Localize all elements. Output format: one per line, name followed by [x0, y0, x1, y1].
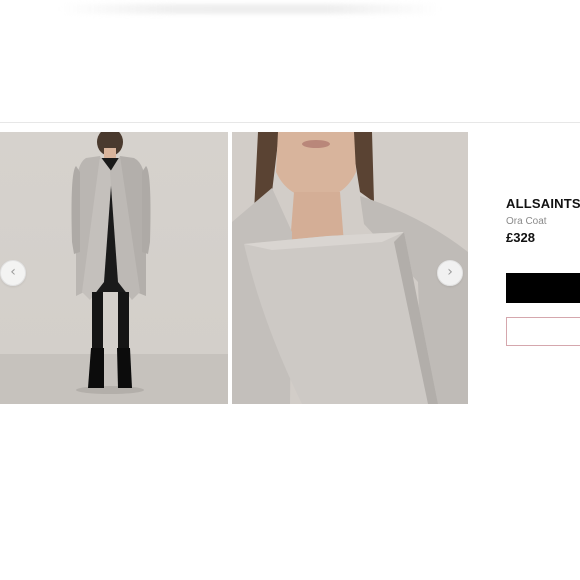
product-image-full-length[interactable] — [0, 132, 228, 404]
add-to-bag-button[interactable] — [506, 273, 580, 303]
carousel-next-button[interactable]: › — [437, 260, 463, 286]
product-info: ALLSAINTS Ora Coat £328 — [506, 196, 580, 245]
product-name[interactable]: Ora Coat — [506, 216, 580, 227]
product-brand[interactable]: ALLSAINTS — [506, 196, 580, 211]
site-header — [0, 0, 580, 122]
header-divider — [0, 122, 580, 123]
chevron-right-icon: › — [447, 264, 453, 280]
header-blurred-content — [60, 4, 440, 14]
product-page: ‹ › ALLSAINTS Ora Coat £328 — [0, 0, 580, 580]
carousel-prev-button[interactable]: ‹ — [0, 260, 26, 286]
product-price: £328 — [506, 230, 535, 245]
product-image-collar-closeup[interactable] — [232, 132, 468, 404]
product-image-gallery: ‹ › — [0, 132, 468, 404]
chevron-left-icon: ‹ — [10, 264, 16, 280]
secondary-action-button[interactable] — [506, 317, 580, 346]
